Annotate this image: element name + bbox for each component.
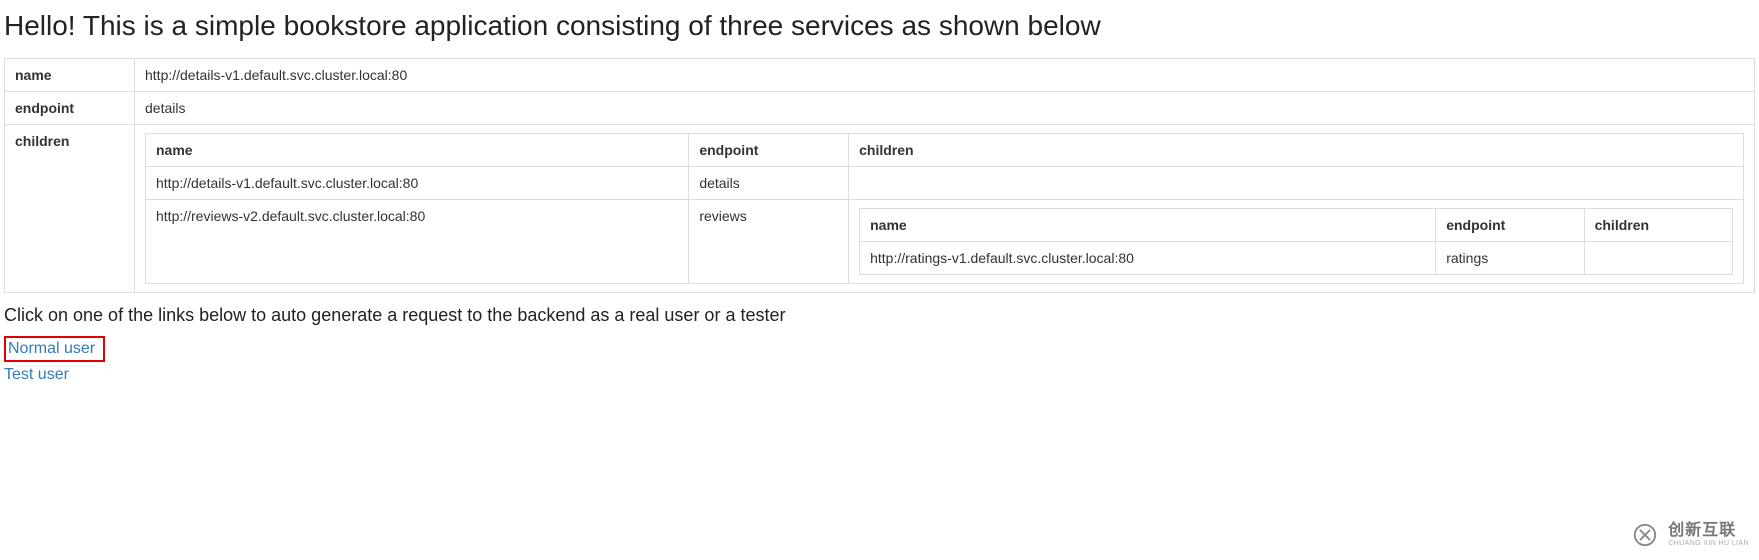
nested-header-children: children (1584, 209, 1732, 242)
instructions-text: Click on one of the links below to auto … (4, 305, 1755, 326)
page-title: Hello! This is a simple bookstore applic… (4, 10, 1755, 42)
child-name: http://details-v1.default.svc.cluster.lo… (146, 167, 689, 200)
nested-header-endpoint: endpoint (1436, 209, 1584, 242)
child-endpoint: details (689, 167, 849, 200)
value-children: name endpoint children http://details-v1… (135, 125, 1755, 293)
label-name: name (5, 59, 135, 92)
nested-children-table: name endpoint children http://ratings-v1 (859, 208, 1733, 275)
normal-user-link[interactable]: Normal user (8, 340, 95, 357)
nested-endpoint: ratings (1436, 242, 1584, 275)
logo-text-en: CHUANG XIN HU LIAN (1668, 540, 1749, 548)
child-name: http://reviews-v2.default.svc.cluster.lo… (146, 200, 689, 284)
value-name: http://details-v1.default.svc.cluster.lo… (135, 59, 1755, 92)
test-user-link[interactable]: Test user (4, 366, 69, 383)
children-header-children: children (849, 134, 1744, 167)
value-endpoint: details (135, 92, 1755, 125)
services-table: name http://details-v1.default.svc.clust… (4, 58, 1755, 293)
child-endpoint: reviews (689, 200, 849, 284)
children-table: name endpoint children http://details-v1… (145, 133, 1744, 284)
child-children-nested: name endpoint children http://ratings-v1 (849, 200, 1744, 284)
children-header-endpoint: endpoint (689, 134, 849, 167)
child-children-empty (849, 167, 1744, 200)
logo-text-cn: 创新互联 (1668, 522, 1749, 540)
label-endpoint: endpoint (5, 92, 135, 125)
nested-name: http://ratings-v1.default.svc.cluster.lo… (860, 242, 1436, 275)
children-header-name: name (146, 134, 689, 167)
logo-icon (1628, 518, 1662, 552)
table-row: http://details-v1.default.svc.cluster.lo… (146, 167, 1744, 200)
table-row: http://ratings-v1.default.svc.cluster.lo… (860, 242, 1733, 275)
brand-logo: 创新互联 CHUANG XIN HU LIAN (1628, 518, 1749, 552)
table-row: http://reviews-v2.default.svc.cluster.lo… (146, 200, 1744, 284)
nested-children (1584, 242, 1732, 275)
label-children: children (5, 125, 135, 293)
nested-header-name: name (860, 209, 1436, 242)
normal-user-highlight: Normal user (4, 336, 105, 362)
